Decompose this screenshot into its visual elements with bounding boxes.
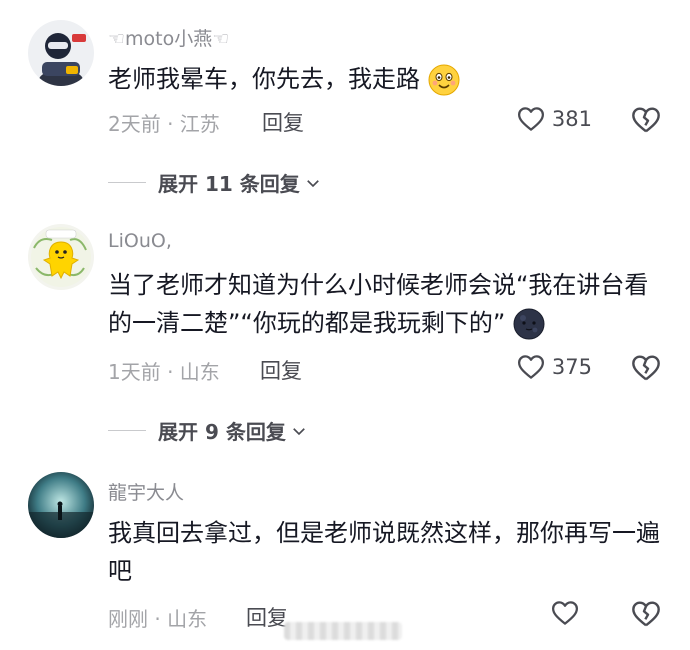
heart-outline-icon — [552, 601, 578, 625]
comment-time-location: 2天前 · 江苏 — [108, 112, 220, 136]
avatar[interactable] — [28, 472, 94, 538]
decoration-icon: ☜ — [212, 28, 230, 50]
dislike-button[interactable] — [630, 352, 662, 384]
chevron-down-icon — [306, 179, 319, 187]
broken-heart-icon — [632, 107, 660, 133]
broken-heart-icon — [632, 355, 660, 381]
comment-text: 当了老师才知道为什么小时候老师会说“我在讲台看的一清二楚”“你玩的都是我玩剩下的… — [108, 266, 653, 342]
broken-heart-icon — [632, 601, 660, 627]
reply-button[interactable]: 回复 — [262, 107, 304, 137]
blurred-overlay — [284, 622, 402, 640]
dislike-button[interactable] — [630, 598, 662, 630]
like-count: 375 — [551, 355, 592, 379]
expand-replies-button[interactable]: 展开 11 条回复 — [108, 168, 322, 197]
like-button[interactable]: 375 — [516, 352, 592, 382]
heart-outline-icon — [517, 107, 544, 131]
comment-time-location: 1天前 · 山东 — [108, 360, 220, 384]
comment-text: 老师我晕车，你先去，我走路 — [108, 60, 668, 98]
decoration-icon: ☜ — [108, 28, 126, 50]
like-count: 381 — [551, 107, 592, 131]
username[interactable]: ☜moto小燕☜ — [108, 24, 229, 51]
avatar[interactable] — [28, 20, 94, 86]
comment-text: 我真回去拿过，但是老师说既然这样，那你再写一遍吧 — [108, 519, 660, 585]
username[interactable]: 龍宇大人 — [108, 478, 184, 505]
like-button[interactable] — [550, 598, 586, 628]
chevron-down-icon — [293, 427, 305, 435]
avatar[interactable] — [28, 224, 94, 290]
username[interactable]: LiOuO, — [108, 230, 172, 252]
dislike-button[interactable] — [630, 104, 662, 136]
heart-outline-icon — [517, 355, 544, 379]
expand-replies-button[interactable]: 展开 9 条回复 — [108, 416, 308, 445]
reply-button[interactable]: 回复 — [260, 355, 302, 385]
smile-emoji — [428, 64, 460, 96]
like-button[interactable]: 381 — [516, 104, 592, 134]
dark-moon-emoji — [513, 308, 545, 340]
comment-time-location: 刚刚 · 山东 — [108, 607, 208, 631]
divider-line — [108, 430, 146, 431]
reply-button[interactable]: 回复 — [246, 602, 288, 632]
divider-line — [108, 182, 146, 183]
